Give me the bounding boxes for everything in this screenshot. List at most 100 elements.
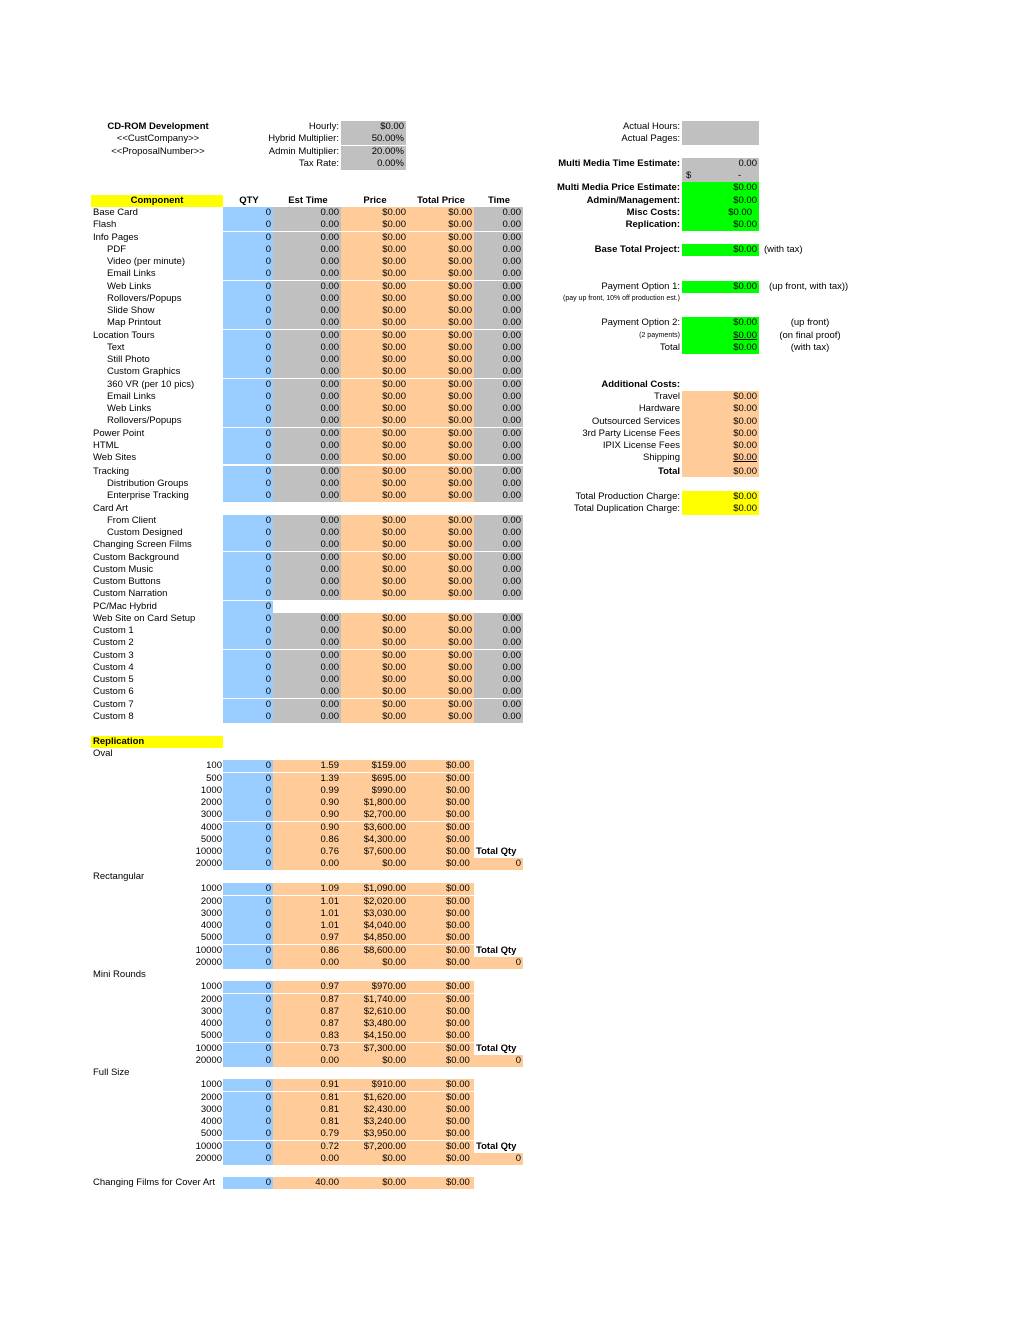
qty-input[interactable]: 0 [223,600,273,613]
replication-qty-input[interactable]: 0 [223,1018,273,1031]
qty-input[interactable]: 0 [223,452,273,465]
replication-qty-input[interactable]: 0 [223,846,273,859]
replication-qty-input[interactable]: 0 [223,858,273,871]
qty-input[interactable]: 0 [223,674,273,687]
qty-input[interactable]: 0 [223,354,273,367]
additional-cost-value[interactable]: $0.00 [682,440,759,452]
qty-input[interactable]: 0 [223,612,273,625]
est-time-cell: 0.00 [273,698,341,711]
qty-input[interactable]: 0 [223,317,273,330]
qty-input[interactable]: 0 [223,427,273,440]
qty-input[interactable]: 0 [223,390,273,403]
replication-qty-input[interactable]: 0 [223,1054,273,1067]
qty-input[interactable]: 0 [223,514,273,527]
time-cell: 0.00 [474,576,523,589]
replication-qty-input[interactable]: 0 [223,883,273,896]
replication-qty-input[interactable]: 0 [223,907,273,920]
replication-qty-input[interactable]: 0 [223,981,273,994]
replication-qty-input[interactable]: 0 [223,895,273,908]
replication-qty-input[interactable]: 0 [223,993,273,1006]
replication-qty-input[interactable]: 0 [223,1030,273,1043]
qty-input[interactable]: 0 [223,231,273,244]
qty-input[interactable]: 0 [223,637,273,650]
qty-input[interactable]: 0 [223,527,273,540]
qty-input[interactable]: 0 [223,576,273,589]
replication-qty-input[interactable]: 0 [223,772,273,785]
additional-cost-value[interactable]: $0.00 [682,391,759,403]
replication-qty-input[interactable]: 0 [223,1140,273,1153]
additional-cost-value[interactable]: $0.00 [682,403,759,415]
component-label: Email Links [107,390,156,402]
qty-input[interactable]: 0 [223,465,273,478]
est-time-cell: 0.00 [273,354,341,367]
admin-multiplier-field[interactable]: 20.00% [341,146,406,159]
qty-input[interactable]: 0 [223,280,273,293]
additional-cost-value[interactable]: $0.00 [682,416,759,428]
qty-input[interactable]: 0 [223,207,273,220]
qty-input[interactable]: 0 [223,378,273,391]
qty-input[interactable]: 0 [223,490,273,503]
component-label: Text [107,341,125,353]
replication-qty-input[interactable]: 0 [223,1079,273,1092]
qty-input[interactable]: 0 [223,219,273,232]
qty-input[interactable]: 0 [223,649,273,662]
qty-input[interactable]: 0 [223,710,273,723]
qty-input[interactable]: 0 [223,539,273,552]
qty-input[interactable]: 0 [223,305,273,318]
total-price-cell: $0.00 [408,231,474,244]
replication-qty-input[interactable]: 0 [223,809,273,822]
replication-total-cell: $0.00 [408,920,474,933]
replication-qty-input[interactable]: 0 [223,1128,273,1141]
qty-input[interactable]: 0 [223,588,273,601]
payment-option-2-total-note: (with tax) [790,342,830,353]
qty-input[interactable]: 0 [223,625,273,638]
qty-input[interactable]: 0 [223,268,273,281]
qty-input[interactable]: 0 [223,415,273,428]
unit-price-cell: 0.90 [273,809,341,822]
replication-qty-input[interactable]: 0 [223,1005,273,1018]
replication-qty-input[interactable]: 0 [223,1103,273,1116]
replication-qty-input[interactable]: 0 [223,784,273,797]
qty-input[interactable]: 0 [223,551,273,564]
replication-qty-input[interactable]: 0 [223,932,273,945]
qty-input[interactable]: 0 [223,661,273,674]
replication-qty-input[interactable]: 0 [223,1116,273,1129]
additional-cost-value[interactable]: $0.00 [682,428,759,440]
qty-input[interactable]: 0 [223,292,273,305]
qty-input[interactable]: 0 [223,478,273,491]
tax-rate-field[interactable]: 0.00% [341,158,406,171]
qty-input[interactable]: 0 [223,563,273,576]
replication-qty-input[interactable]: 0 [223,944,273,957]
cover-art-qty-input[interactable]: 0 [223,1177,273,1190]
replication-qty-input[interactable]: 0 [223,1091,273,1104]
replication-qty-input[interactable]: 0 [223,1042,273,1055]
replication-qty-input[interactable]: 0 [223,833,273,846]
price-cell: $0.00 [341,292,408,305]
replication-qty-input[interactable]: 0 [223,956,273,969]
time-estimate-value: 0.00 [738,158,758,169]
time-cell: 0.00 [474,231,523,244]
replication-group-label: Oval [93,748,113,759]
qty-input[interactable]: 0 [223,366,273,379]
qty-input[interactable]: 0 [223,698,273,711]
additional-cost-value[interactable]: $0.00 [682,452,759,464]
replication-qty-input[interactable]: 0 [223,760,273,773]
replication-qty-input[interactable]: 0 [223,920,273,933]
qty-input[interactable]: 0 [223,329,273,342]
qty-input[interactable]: 0 [223,403,273,416]
hourly-field[interactable]: $0.00 [341,121,406,134]
time-cell: 0.00 [474,661,523,674]
qty-input[interactable]: 0 [223,686,273,699]
qty-input[interactable]: 0 [223,341,273,354]
replication-total-cell: $0.00 [408,956,474,969]
price-cell: $0.00 [341,439,408,452]
actual-hours-pages-field[interactable] [682,121,759,146]
time-cell: 0.00 [474,490,523,503]
qty-input[interactable]: 0 [223,439,273,452]
replication-qty-input[interactable]: 0 [223,797,273,810]
qty-input[interactable]: 0 [223,243,273,256]
qty-input[interactable]: 0 [223,256,273,269]
replication-qty-input[interactable]: 0 [223,1152,273,1165]
hybrid-multiplier-field[interactable]: 50.00% [341,133,406,146]
replication-qty-input[interactable]: 0 [223,821,273,834]
